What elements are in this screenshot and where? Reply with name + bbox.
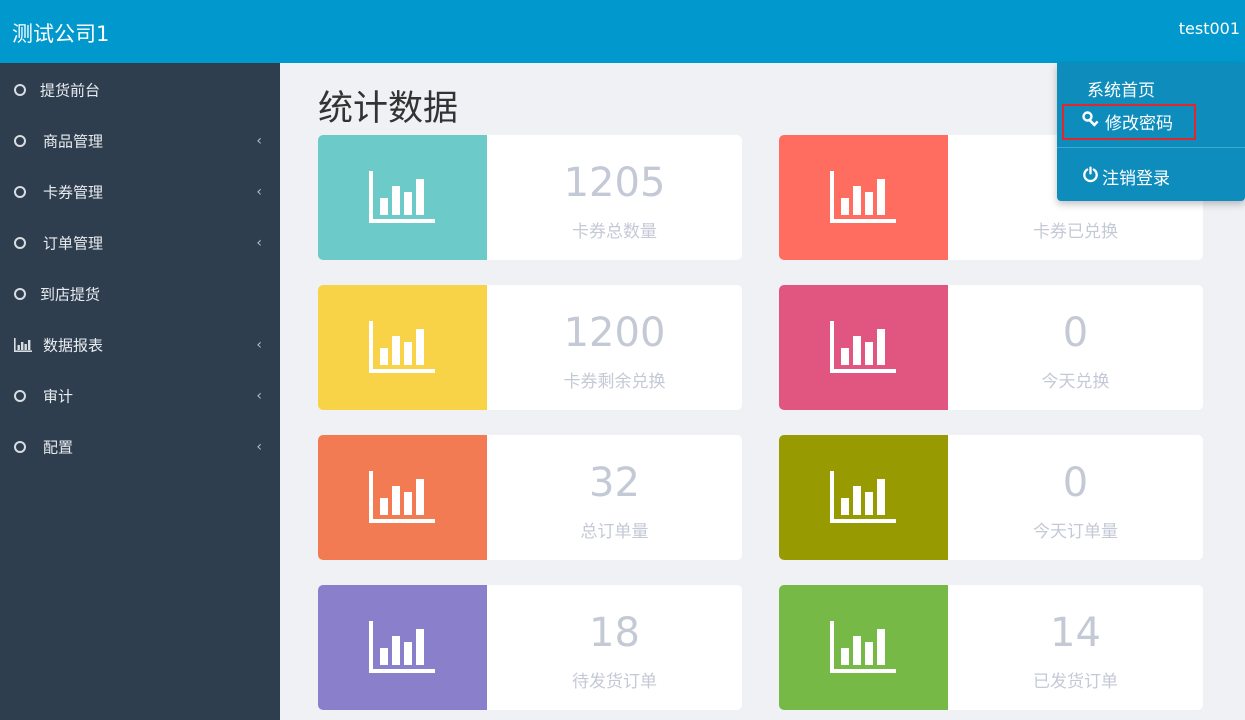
stat-label: 今天订单量: [1033, 522, 1118, 542]
bar-chart-icon: [369, 321, 435, 373]
stat-label: 已发货订单: [1033, 672, 1118, 692]
bar-chart-icon: [369, 471, 435, 523]
bar-chart-icon: [14, 337, 32, 352]
circle-icon: [14, 389, 26, 402]
bar-chart-icon: [830, 621, 896, 673]
sidebar-item-label: 到店提货: [40, 285, 101, 303]
stat-value: 14: [1050, 610, 1101, 656]
circle-icon: [14, 287, 26, 300]
stat-value: 1200: [563, 310, 666, 356]
sidebar-item-store-pickup[interactable]: 到店提货: [0, 268, 280, 319]
stat-card-total-coupons[interactable]: 1205 卡券总数量: [318, 135, 742, 260]
sidebar-item-reports[interactable]: 数据报表 ‹: [0, 319, 280, 370]
sidebar-item-coupons[interactable]: 卡券管理 ‹: [0, 166, 280, 217]
sidebar-item-label: 配置: [43, 438, 74, 456]
sidebar-item-label: 数据报表: [43, 336, 104, 354]
page-title: 统计数据: [318, 89, 459, 129]
stat-value: 1205: [563, 160, 666, 206]
stat-label: 今天兑换: [1041, 372, 1110, 392]
chevron-left-icon: ‹: [256, 183, 262, 200]
stat-card-total-orders[interactable]: 32 总订单量: [318, 435, 742, 560]
menu-item-home[interactable]: 系统首页: [1057, 73, 1245, 103]
stat-card-pending-shipment[interactable]: 18 待发货订单: [318, 585, 742, 710]
circle-icon: [14, 236, 26, 249]
stat-label: 总订单量: [580, 522, 649, 542]
menu-item-label: 注销登录: [1102, 169, 1170, 189]
stat-value: 18: [589, 610, 640, 656]
sidebar-item-products[interactable]: 商品管理 ‹: [0, 115, 280, 166]
bar-chart-icon: [369, 621, 435, 673]
stat-value: 32: [589, 460, 640, 506]
stat-label: 卡券总数量: [572, 222, 657, 242]
stat-label: 卡券已兑换: [1033, 222, 1118, 242]
stat-value: 0: [1062, 460, 1089, 506]
bar-chart-icon: [369, 171, 435, 223]
stat-card-tile: [318, 135, 487, 260]
stat-card-tile: [779, 135, 948, 260]
top-bar: 测试公司1 test001: [0, 0, 1245, 63]
bar-chart-icon: [830, 171, 896, 223]
sidebar-item-pickup-front[interactable]: 提货前台: [0, 64, 280, 115]
stat-value: 0: [1062, 310, 1089, 356]
menu-item-label: 系统首页: [1087, 81, 1155, 101]
stat-label: 待发货订单: [572, 672, 657, 692]
sidebar-item-label: 商品管理: [43, 132, 104, 150]
stat-card-coupons-remaining[interactable]: 1200 卡券剩余兑换: [318, 285, 742, 410]
menu-divider: [1057, 147, 1245, 148]
stat-card-tile: [318, 585, 487, 710]
chevron-left-icon: ‹: [256, 387, 262, 404]
menu-item-label: 修改密码: [1105, 114, 1173, 134]
stat-card-tile: [318, 285, 487, 410]
chevron-left-icon: ‹: [256, 234, 262, 251]
brand-title[interactable]: 测试公司1: [12, 18, 109, 48]
chevron-left-icon: ‹: [256, 438, 262, 455]
bar-chart-icon: [830, 321, 896, 373]
sidebar-item-label: 订单管理: [43, 234, 104, 252]
key-icon: [1082, 111, 1100, 134]
user-menu-toggle[interactable]: test001: [1179, 19, 1240, 38]
user-dropdown-menu: 系统首页 修改密码 注销登录: [1057, 63, 1245, 201]
circle-icon: [14, 185, 26, 198]
circle-icon: [14, 83, 26, 96]
circle-icon: [14, 440, 26, 453]
stat-card-shipped-orders[interactable]: 14 已发货订单: [779, 585, 1203, 710]
chevron-left-icon: ‹: [256, 336, 262, 353]
stat-card-today-redeemed[interactable]: 0 今天兑换: [779, 285, 1203, 410]
sidebar-item-label: 审计: [43, 387, 74, 405]
power-icon: [1082, 166, 1099, 188]
sidebar: 提货前台 商品管理 ‹ 卡券管理 ‹ 订单管理 ‹ 到店提货 数据报表 ‹ 审计…: [0, 63, 280, 720]
sidebar-item-orders[interactable]: 订单管理 ‹: [0, 217, 280, 268]
stat-card-tile: [779, 285, 948, 410]
stat-card-tile: [779, 585, 948, 710]
sidebar-item-audit[interactable]: 审计 ‹: [0, 370, 280, 421]
circle-icon: [14, 134, 26, 147]
stat-card-today-orders[interactable]: 0 今天订单量: [779, 435, 1203, 560]
stat-label: 卡券剩余兑换: [563, 372, 666, 392]
sidebar-item-label: 卡券管理: [43, 183, 104, 201]
sidebar-item-settings[interactable]: 配置 ‹: [0, 421, 280, 472]
stat-card-tile: [779, 435, 948, 560]
stat-card-tile: [318, 435, 487, 560]
chevron-left-icon: ‹: [256, 132, 262, 149]
bar-chart-icon: [830, 471, 896, 523]
sidebar-item-label: 提货前台: [40, 81, 101, 99]
menu-item-change-password[interactable]: 修改密码: [1057, 105, 1245, 137]
menu-item-logout[interactable]: 注销登录: [1057, 161, 1245, 191]
